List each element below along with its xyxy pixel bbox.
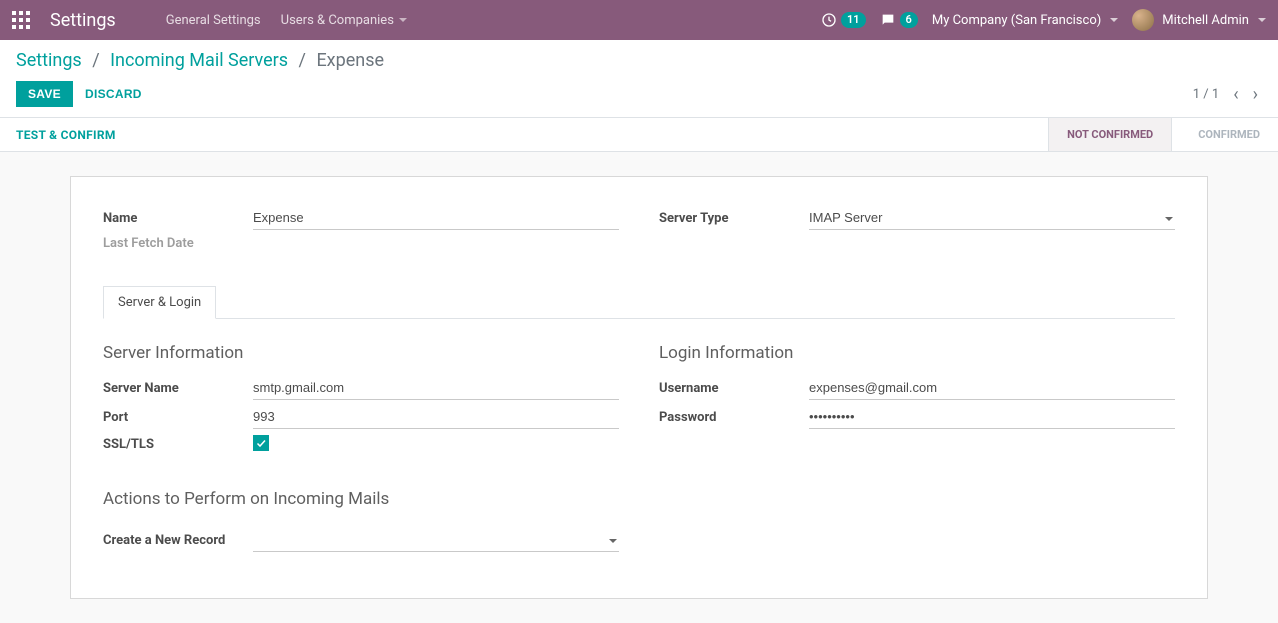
form-sheet-wrap: Name Last Fetch Date Server Type	[0, 152, 1278, 623]
app-title: Settings	[50, 10, 116, 31]
chat-icon	[880, 12, 896, 28]
password-field[interactable]	[809, 406, 1175, 429]
status-not-confirmed[interactable]: NOT CONFIRMED	[1048, 118, 1171, 151]
label-ssl: SSL/TLS	[103, 437, 253, 452]
breadcrumb-current: Expense	[316, 50, 384, 71]
tab-server-login[interactable]: Server & Login	[103, 286, 216, 319]
label-create-record: Create a New Record	[103, 533, 253, 548]
server-info-section: Server Information Server Name Port SSL/…	[103, 343, 619, 459]
statusbar: TEST & CONFIRM NOT CONFIRMED CONFIRMED	[0, 118, 1278, 152]
breadcrumb-bar: Settings / Incoming Mail Servers / Expen…	[0, 40, 1278, 71]
server-type-field[interactable]	[809, 207, 1175, 230]
chevron-down-icon	[399, 18, 407, 22]
menu-users-label: Users & Companies	[281, 13, 394, 28]
messages-badge: 6	[900, 12, 918, 28]
tabs: Server & Login	[103, 285, 1175, 319]
menu-general-settings[interactable]: General Settings	[156, 0, 271, 40]
discard-button[interactable]: DISCARD	[73, 81, 154, 107]
server-name-field[interactable]	[253, 377, 619, 400]
test-confirm-button[interactable]: TEST & CONFIRM	[16, 128, 116, 142]
create-record-field[interactable]	[253, 529, 619, 552]
pager-prev[interactable]: ‹	[1229, 82, 1242, 107]
label-password: Password	[659, 410, 809, 425]
breadcrumb-sep: /	[92, 50, 99, 71]
pager-text: 1 / 1	[1193, 87, 1219, 102]
label-server-name: Server Name	[103, 381, 253, 396]
avatar	[1132, 9, 1154, 31]
clock-icon	[821, 12, 837, 28]
activities-badge: 11	[841, 12, 866, 28]
chevron-down-icon	[1258, 18, 1266, 22]
user-name: Mitchell Admin	[1162, 13, 1249, 28]
actions-title: Actions to Perform on Incoming Mails	[103, 489, 1175, 509]
save-button[interactable]: SAVE	[16, 81, 73, 107]
pager-next[interactable]: ›	[1249, 82, 1262, 107]
login-info-title: Login Information	[659, 343, 1175, 363]
topbar: Settings General Settings Users & Compan…	[0, 0, 1278, 40]
breadcrumb: Settings / Incoming Mail Servers / Expen…	[16, 50, 1262, 71]
username-field[interactable]	[809, 377, 1175, 400]
apps-icon[interactable]	[12, 11, 30, 29]
check-icon	[255, 437, 267, 449]
topbar-right: 11 6 My Company (San Francisco) Mitchell…	[821, 9, 1266, 31]
status-steps: NOT CONFIRMED CONFIRMED	[1048, 118, 1278, 151]
tab-body: Server Information Server Name Port SSL/…	[103, 319, 1175, 558]
user-menu[interactable]: Mitchell Admin	[1132, 9, 1266, 31]
actions-section: Actions to Perform on Incoming Mails Cre…	[103, 489, 1175, 558]
chevron-down-icon	[1110, 18, 1118, 22]
server-info-title: Server Information	[103, 343, 619, 363]
activities-systray[interactable]: 11	[821, 12, 866, 28]
form-sheet: Name Last Fetch Date Server Type	[70, 176, 1208, 599]
label-port: Port	[103, 410, 253, 425]
breadcrumb-parent[interactable]: Incoming Mail Servers	[110, 50, 288, 71]
label-last-fetch: Last Fetch Date	[103, 236, 253, 251]
company-switcher[interactable]: My Company (San Francisco)	[932, 13, 1118, 28]
label-name: Name	[103, 211, 253, 226]
label-username: Username	[659, 381, 809, 396]
name-field[interactable]	[253, 207, 619, 230]
port-field[interactable]	[253, 406, 619, 429]
pager: 1 / 1 ‹ ›	[1193, 82, 1262, 107]
status-confirmed[interactable]: CONFIRMED	[1171, 118, 1278, 151]
ssl-checkbox[interactable]	[253, 435, 269, 451]
menu-users-companies[interactable]: Users & Companies	[271, 0, 417, 40]
breadcrumb-root[interactable]: Settings	[16, 50, 82, 71]
breadcrumb-sep: /	[299, 50, 306, 71]
messages-systray[interactable]: 6	[880, 12, 918, 28]
company-label: My Company (San Francisco)	[932, 13, 1101, 28]
control-row: SAVE DISCARD 1 / 1 ‹ ›	[0, 71, 1278, 118]
label-server-type: Server Type	[659, 211, 809, 226]
login-info-section: Login Information Username Password	[659, 343, 1175, 459]
